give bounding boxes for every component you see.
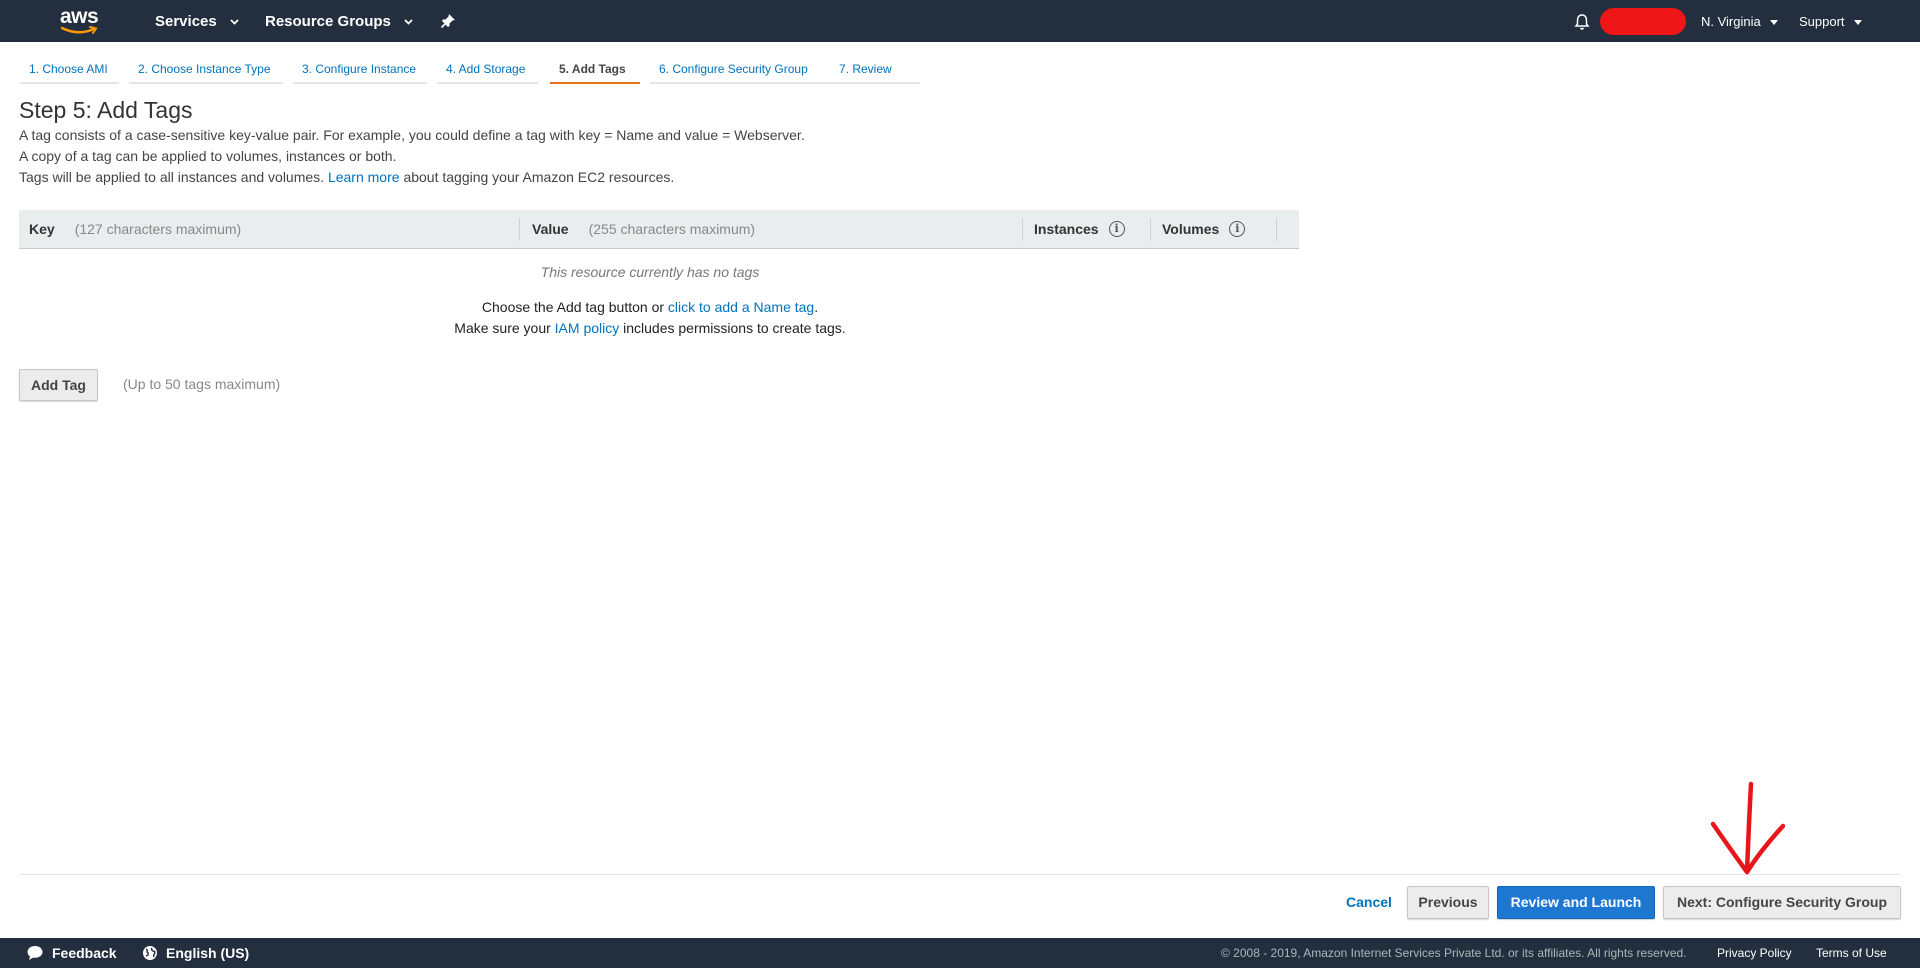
support-label: Support bbox=[1799, 14, 1845, 29]
annotation-arrow-icon bbox=[1710, 781, 1785, 875]
add-tag-hint-period: . bbox=[814, 299, 819, 315]
learn-more-link[interactable]: Learn more bbox=[328, 169, 400, 185]
feedback-button[interactable]: Feedback bbox=[26, 938, 117, 968]
notifications-button[interactable] bbox=[1574, 13, 1590, 31]
key-column-header: Key (127 characters maximum) bbox=[29, 210, 241, 249]
chevron-down-icon bbox=[404, 19, 413, 25]
speech-bubble-icon bbox=[27, 945, 43, 960]
column-divider bbox=[1150, 218, 1151, 241]
bottom-bar: Feedback English (US) © 2008 - 2019, Ama… bbox=[0, 938, 1920, 968]
pin-shortcut-button[interactable] bbox=[440, 13, 456, 31]
language-label: English (US) bbox=[166, 945, 250, 961]
add-name-tag-link[interactable]: click to add a Name tag bbox=[668, 299, 814, 315]
step-add-tags[interactable]: 5. Add Tags bbox=[550, 56, 640, 84]
review-and-launch-button[interactable]: Review and Launch bbox=[1497, 886, 1655, 919]
region-selector[interactable]: N. Virginia bbox=[1701, 0, 1779, 42]
chevron-down-icon bbox=[230, 19, 239, 25]
add-tag-button[interactable]: Add Tag bbox=[19, 369, 98, 401]
services-menu[interactable]: Services bbox=[155, 0, 239, 42]
account-menu-redacted[interactable] bbox=[1600, 8, 1686, 35]
terms-of-use-link[interactable]: Terms of Use bbox=[1816, 938, 1887, 968]
resource-groups-menu[interactable]: Resource Groups bbox=[265, 0, 413, 42]
step-choose-ami[interactable]: 1. Choose AMI bbox=[20, 56, 119, 84]
top-navigation-bar: aws Services Resource Groups N. Virginia… bbox=[0, 0, 1920, 42]
step-add-storage[interactable]: 4. Add Storage bbox=[437, 56, 538, 84]
description-line-3-suffix: about tagging your Amazon EC2 resources. bbox=[403, 169, 675, 185]
description-line-3-text: Tags will be applied to all instances an… bbox=[19, 169, 325, 185]
globe-icon bbox=[143, 945, 157, 960]
key-header-hint: (127 characters maximum) bbox=[74, 221, 242, 237]
step-review[interactable]: 7. Review bbox=[830, 56, 920, 84]
step-choose-instance-type[interactable]: 2. Choose Instance Type bbox=[129, 56, 283, 84]
pin-icon bbox=[440, 14, 455, 29]
services-label: Services bbox=[155, 13, 217, 30]
region-label: N. Virginia bbox=[1701, 14, 1761, 29]
aws-logo[interactable]: aws bbox=[58, 5, 104, 36]
feedback-label: Feedback bbox=[52, 945, 117, 961]
tags-table-header: Key (127 characters maximum) Value (255 ch… bbox=[19, 210, 1299, 249]
caret-down-icon bbox=[1770, 20, 1779, 26]
aws-smile-icon bbox=[60, 26, 98, 34]
value-header-label: Value bbox=[532, 221, 569, 237]
column-divider bbox=[519, 218, 520, 241]
tag-limit-note: (Up to 50 tags maximum) bbox=[123, 376, 281, 392]
action-bar-divider bbox=[19, 874, 1901, 875]
instances-header-label: Instances bbox=[1034, 221, 1099, 237]
previous-button[interactable]: Previous bbox=[1407, 886, 1489, 919]
iam-hint-suffix: includes permissions to create tags. bbox=[623, 320, 846, 336]
instances-column-header: Instances i bbox=[1034, 210, 1125, 249]
volumes-column-header: Volumes i bbox=[1162, 210, 1246, 249]
add-tag-hint-text: Choose the Add tag button or bbox=[481, 299, 665, 315]
description-line-3: Tags will be applied to all instances an… bbox=[19, 169, 674, 185]
value-header-hint: (255 characters maximum) bbox=[588, 221, 756, 237]
empty-tags-message: This resource currently has no tags bbox=[540, 264, 760, 280]
volumes-header-label: Volumes bbox=[1162, 221, 1220, 237]
copyright-text: © 2008 - 2019, Amazon Internet Services … bbox=[1221, 946, 1687, 960]
info-icon[interactable]: i bbox=[1229, 221, 1246, 238]
description-line-2: A copy of a tag can be applied to volume… bbox=[19, 148, 397, 164]
language-selector[interactable]: English (US) bbox=[142, 938, 249, 968]
page-title: Step 5: Add Tags bbox=[19, 97, 193, 123]
privacy-policy-link[interactable]: Privacy Policy bbox=[1717, 938, 1792, 968]
description-line-1: A tag consists of a case-sensitive key-v… bbox=[19, 127, 805, 143]
value-column-header: Value (255 characters maximum) bbox=[532, 210, 755, 249]
step-configure-instance[interactable]: 3. Configure Instance bbox=[293, 56, 427, 84]
info-icon[interactable]: i bbox=[1108, 221, 1125, 238]
caret-down-icon bbox=[1854, 20, 1863, 26]
key-header-label: Key bbox=[29, 221, 55, 237]
cancel-button[interactable]: Cancel bbox=[1341, 886, 1397, 919]
support-menu[interactable]: Support bbox=[1799, 0, 1863, 42]
iam-policy-link[interactable]: IAM policy bbox=[555, 320, 620, 336]
add-tag-hint: Choose the Add tag button or click to ad… bbox=[19, 299, 1281, 315]
resource-groups-label: Resource Groups bbox=[265, 13, 391, 30]
step-configure-security-group[interactable]: 6. Configure Security Group bbox=[650, 56, 838, 84]
bell-icon bbox=[1574, 14, 1590, 30]
column-divider bbox=[1022, 218, 1023, 241]
iam-hint-text: Make sure your bbox=[454, 320, 551, 336]
column-divider bbox=[1276, 218, 1277, 241]
iam-policy-hint: Make sure your IAM policy includes permi… bbox=[19, 320, 1281, 336]
next-configure-security-group-button[interactable]: Next: Configure Security Group bbox=[1663, 886, 1901, 919]
